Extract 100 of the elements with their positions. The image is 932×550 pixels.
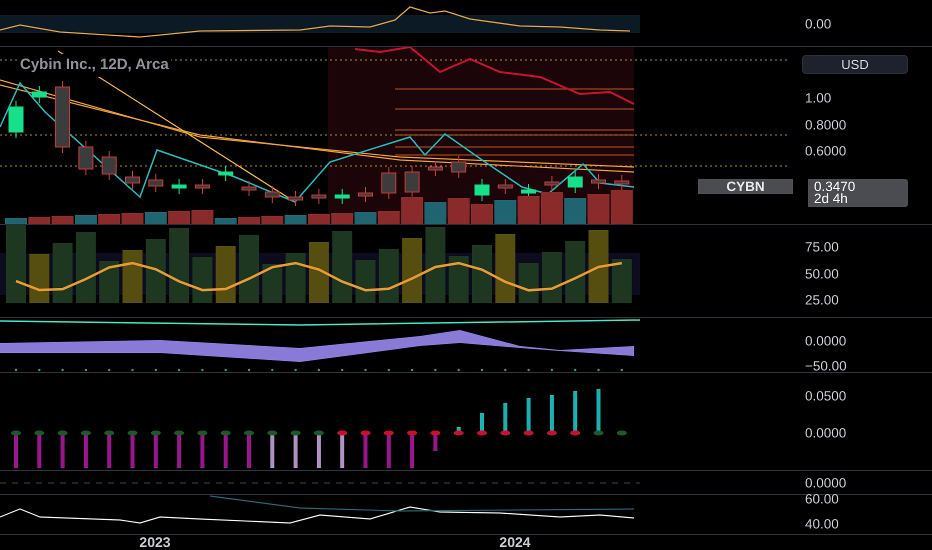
signal-dot xyxy=(314,430,324,436)
column-bar xyxy=(146,239,166,303)
volume-bar xyxy=(168,211,190,224)
column-bar xyxy=(332,231,352,303)
histogram-bar xyxy=(526,398,531,433)
column-bar xyxy=(495,234,516,303)
signal-dot xyxy=(58,430,68,436)
histogram-bar xyxy=(340,433,344,468)
candlestick xyxy=(428,160,443,176)
signal-dot xyxy=(80,430,91,436)
signal-dot xyxy=(524,430,534,436)
axis-label: 25.00 xyxy=(805,294,839,308)
volume-bar xyxy=(74,215,97,224)
candlestick xyxy=(172,178,187,194)
column-bar xyxy=(356,260,376,303)
axis-label: −50.00 xyxy=(805,358,847,372)
signal-dot xyxy=(616,430,627,436)
axis-label: 0.00 xyxy=(805,18,832,32)
candlestick xyxy=(451,156,466,178)
axis-label: 1.00 xyxy=(805,92,832,106)
histogram-bar xyxy=(154,433,158,468)
signal-dot xyxy=(290,430,301,436)
column-bar xyxy=(518,263,539,303)
signal-dot xyxy=(220,430,231,436)
histogram-bar xyxy=(200,433,204,468)
candlestick xyxy=(544,176,560,192)
column-bar xyxy=(542,252,562,303)
candlestick xyxy=(78,140,94,176)
histogram-bar xyxy=(177,433,182,468)
signal-dot xyxy=(384,430,394,436)
volume-bar xyxy=(331,213,354,224)
signal-dot xyxy=(477,430,487,436)
axis-label: 0.0000 xyxy=(805,476,846,490)
signal-dot xyxy=(500,430,510,436)
candlestick xyxy=(614,174,630,190)
signal-dot xyxy=(360,430,370,436)
histogram-bar xyxy=(224,433,228,468)
column-bar xyxy=(262,264,282,303)
candlestick xyxy=(102,150,117,180)
column-bar xyxy=(76,232,96,303)
signal-dot xyxy=(197,430,208,436)
signal-dot xyxy=(337,430,348,436)
candlestick xyxy=(591,174,606,190)
histogram-bar xyxy=(84,433,88,468)
histogram-bar xyxy=(364,433,368,468)
time-axis-label: 2023 xyxy=(139,535,171,550)
candlestick xyxy=(381,166,396,200)
candlestick xyxy=(288,190,304,206)
volume-bar xyxy=(518,196,540,224)
signal-dot xyxy=(407,430,418,436)
candlestick xyxy=(334,188,350,204)
volume-bar xyxy=(448,198,470,224)
candlestick xyxy=(8,100,24,138)
histogram-bar xyxy=(596,389,600,433)
volume-bar xyxy=(564,198,586,224)
volume-bar xyxy=(540,192,563,224)
candlestick xyxy=(474,178,490,202)
column-bar xyxy=(402,238,422,303)
column-bar xyxy=(308,242,329,303)
histogram-bar xyxy=(270,433,274,468)
candlestick xyxy=(242,180,256,196)
column-bar xyxy=(378,249,399,303)
histogram-bar xyxy=(294,433,298,468)
axis-label: 0.6000 xyxy=(805,144,846,158)
histogram-bar xyxy=(550,395,554,433)
volume-bar xyxy=(494,200,516,224)
volume-bar xyxy=(610,190,633,224)
column-bar xyxy=(565,241,586,303)
candlestick xyxy=(148,174,164,192)
volume-bar xyxy=(144,212,167,224)
signal-dot xyxy=(34,430,44,436)
column-bar xyxy=(286,253,306,303)
candlestick xyxy=(264,186,280,204)
volume-bar xyxy=(284,215,307,224)
histogram-bar xyxy=(60,433,65,468)
candlestick xyxy=(194,178,210,194)
volume-bar xyxy=(122,213,144,224)
signal-dot xyxy=(454,430,464,436)
signal-dot xyxy=(244,430,254,436)
signal-dot xyxy=(430,430,440,436)
volume-bar xyxy=(98,214,120,224)
histogram-bar xyxy=(316,433,321,468)
column-bar xyxy=(99,261,120,303)
currency-button[interactable]: USD xyxy=(802,55,908,74)
column-bar xyxy=(472,245,492,303)
histogram-bar xyxy=(386,433,391,468)
column-bar xyxy=(216,246,236,303)
bar-countdown: 2d 4h xyxy=(814,193,848,205)
axis-label: 0.8000 xyxy=(805,118,846,132)
histogram-bar xyxy=(37,433,42,468)
signal-dot xyxy=(128,430,138,436)
candlestick xyxy=(125,170,140,190)
column-bar xyxy=(448,256,469,303)
candlestick xyxy=(568,170,583,194)
volume-bar xyxy=(424,202,446,224)
signal-dot xyxy=(150,430,161,436)
axis-label: 60.00 xyxy=(805,492,839,506)
volume-bar xyxy=(354,212,376,224)
column-bar xyxy=(29,254,50,303)
signal-dot xyxy=(594,430,604,436)
